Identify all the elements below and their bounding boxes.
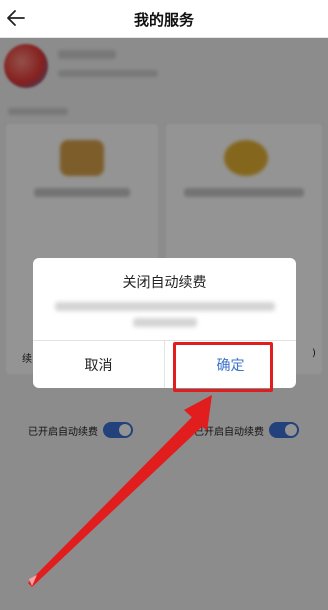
page-title: 我的服务 [133,11,194,29]
blurred-dialog-message [55,302,275,311]
cancel-button[interactable]: 取消 [33,341,164,388]
top-bar: 我的服务 [0,0,328,38]
blurred-dialog-message [133,318,197,327]
highlight-box [173,342,273,392]
dialog-title: 关闭自动续费 [122,275,207,291]
